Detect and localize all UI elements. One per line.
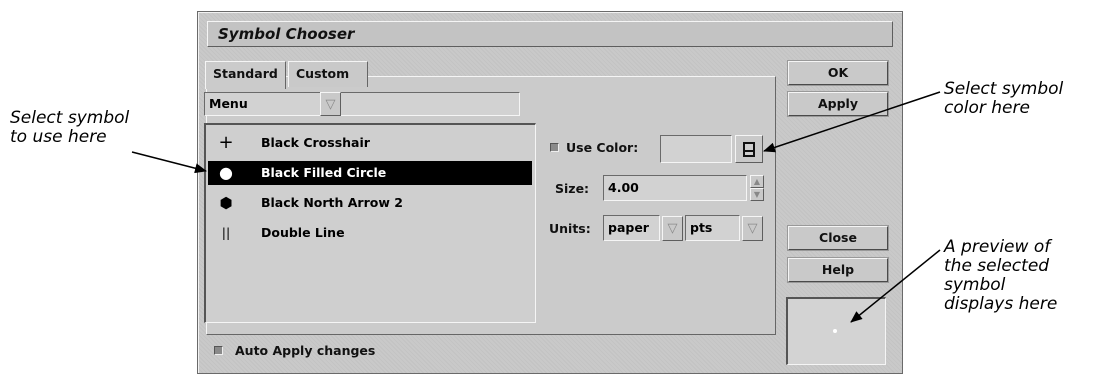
arrow-to-preview xyxy=(850,249,941,323)
arrow-to-symbol-list xyxy=(131,151,207,174)
arrow-to-color-button xyxy=(763,91,941,153)
callout-arrows xyxy=(131,91,941,323)
tab-standard[interactable]: Standard xyxy=(205,61,286,89)
